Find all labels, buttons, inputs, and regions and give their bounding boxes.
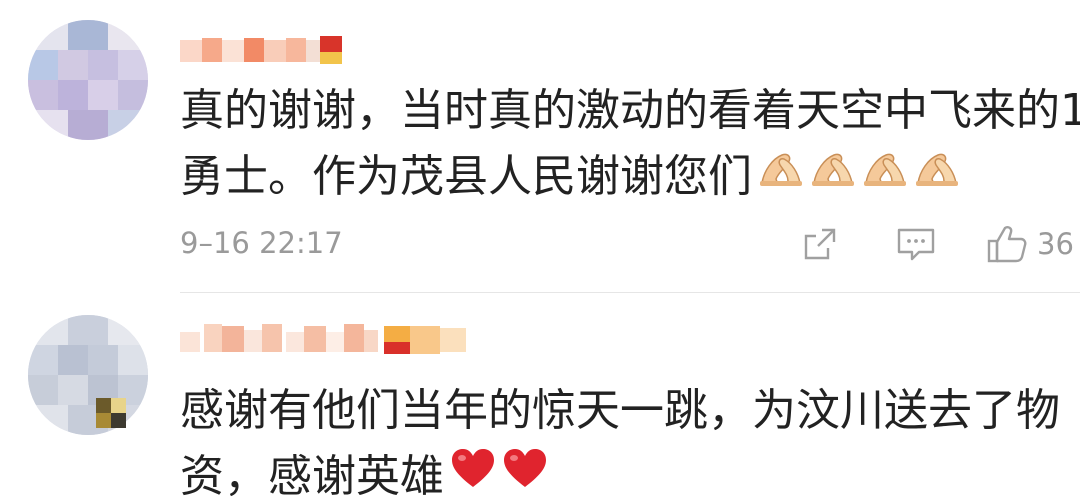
red-heart-icon — [450, 442, 496, 500]
username[interactable] — [180, 34, 350, 70]
pray-hands-icon — [862, 142, 908, 208]
comment-text: 感谢有他们当年的惊天一跳，为汶川送去了物 资，感谢英雄 — [180, 378, 1080, 500]
avatar[interactable] — [28, 315, 148, 435]
like-icon — [987, 226, 1027, 263]
comment-text-line: 资，感谢英雄 — [180, 444, 1080, 500]
share-icon — [804, 228, 836, 260]
like-button[interactable]: 36 — [985, 220, 1074, 268]
comment-icon — [897, 228, 935, 261]
comment-feed: 真的谢谢，当时真的激动的看着天空中飞来的15 勇士。作为茂县人民谢谢您们 9–1… — [0, 0, 1080, 500]
username[interactable] — [180, 322, 470, 358]
comment-text-line: 真的谢谢，当时真的激动的看着天空中飞来的15 — [180, 85, 1080, 136]
comment-button[interactable] — [895, 220, 937, 268]
pray-hands-icon — [810, 142, 856, 208]
comment-text-line: 感谢有他们当年的惊天一跳，为汶川送去了物 — [180, 385, 1060, 436]
avatar-badge — [96, 398, 126, 428]
avatar[interactable] — [28, 20, 148, 140]
timestamp: 9–16 22:17 — [180, 226, 343, 260]
pray-hands-icon — [758, 142, 804, 208]
pray-hands-icon — [914, 142, 960, 208]
comment-meta: 9–16 22:17 36 — [180, 220, 1080, 268]
divider — [180, 292, 1080, 293]
share-button[interactable] — [800, 220, 840, 268]
red-heart-icon — [502, 442, 548, 500]
comment-text: 真的谢谢，当时真的激动的看着天空中飞来的15 勇士。作为茂县人民谢谢您们 — [180, 78, 1080, 210]
comment-text-fragment: 勇士。作为茂县人民谢谢您们 — [180, 151, 752, 202]
comment-text-fragment: 资，感谢英雄 — [180, 451, 444, 500]
like-count: 36 — [1037, 227, 1074, 261]
comment-text-line: 勇士。作为茂县人民谢谢您们 — [180, 144, 1080, 210]
